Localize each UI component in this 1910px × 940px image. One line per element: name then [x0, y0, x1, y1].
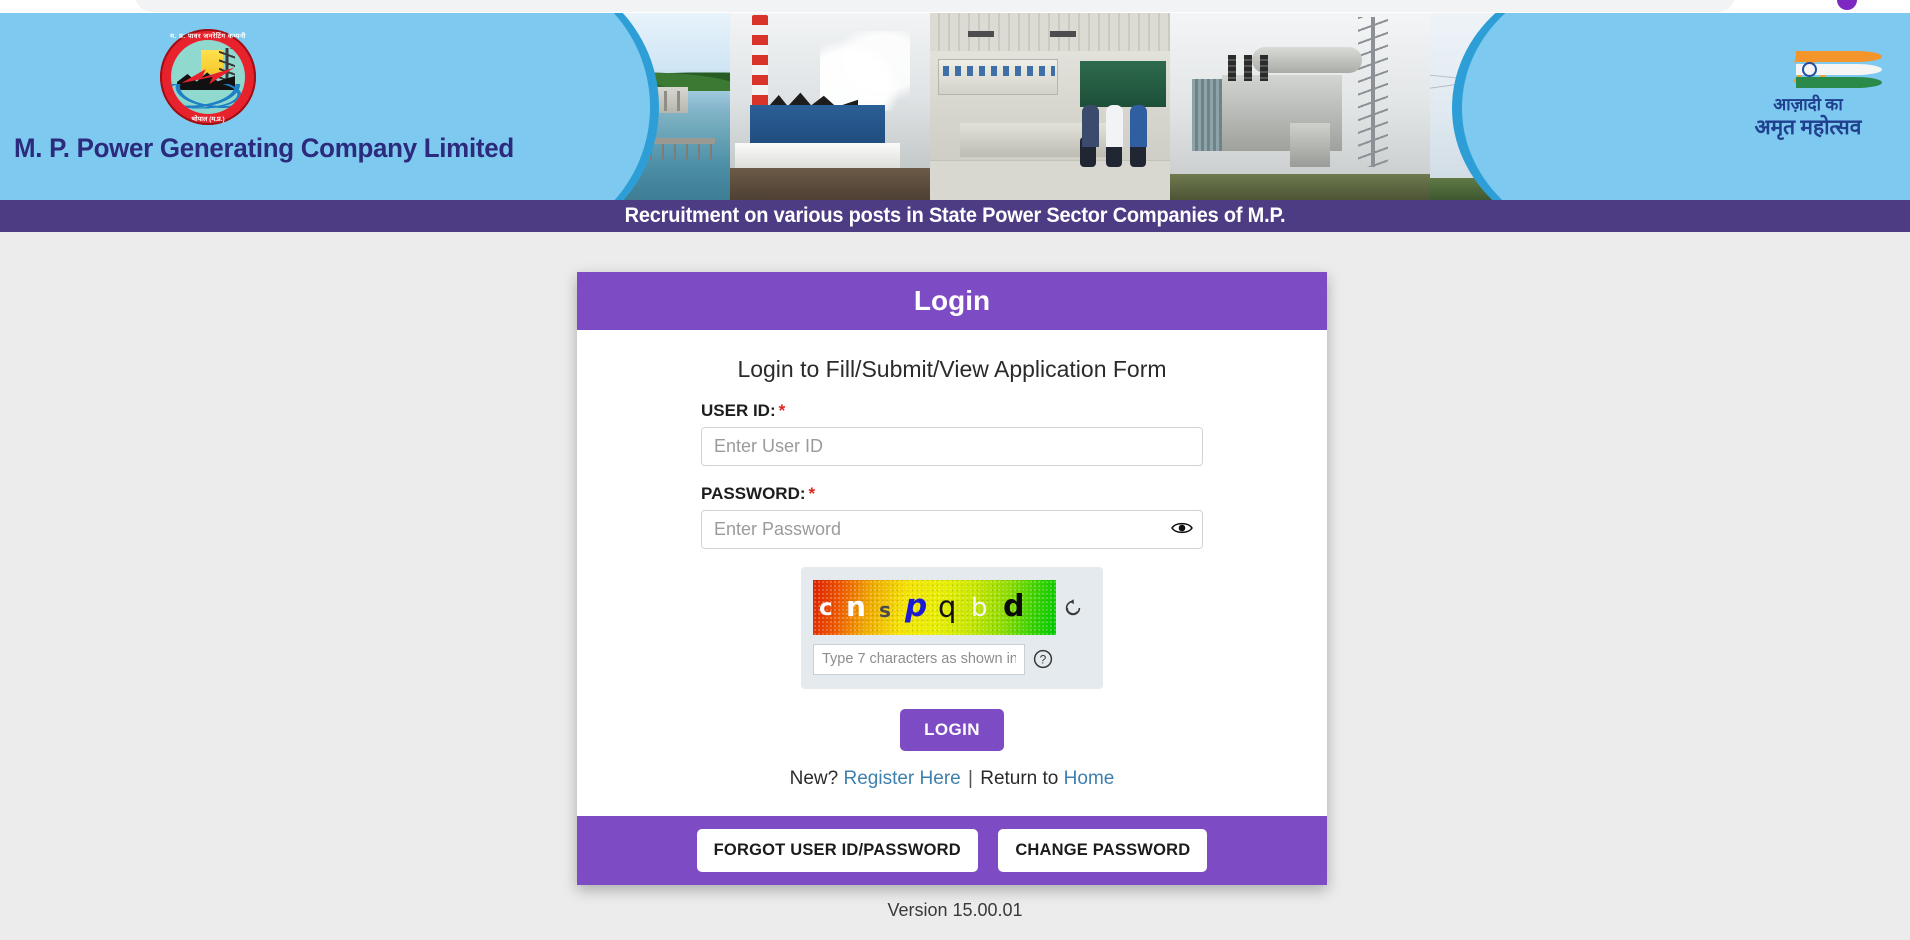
login-subtitle: Login to Fill/Submit/View Application Fo…	[737, 356, 1167, 382]
login-card-header: Login	[577, 272, 1327, 330]
browser-chrome-strip	[0, 0, 1910, 13]
ashoka-chakra-icon	[1802, 62, 1817, 77]
change-password-button[interactable]: CHANGE PASSWORD	[998, 829, 1208, 872]
user-id-label: USER ID: *	[701, 401, 1203, 421]
captcha-char-2: n	[846, 590, 866, 623]
emblem-rim-text-bottom: भोपाल (म.प्र.)	[191, 116, 225, 123]
login-card-body: Login to Fill/Submit/View Application Fo…	[577, 330, 1327, 816]
india-flag-wave-icon	[1796, 49, 1882, 93]
user-id-required-mark: *	[778, 401, 786, 420]
amrit-mahotsav-logo: 75 आज़ादी का अमृत महोत्सव	[1728, 43, 1888, 163]
page-title: Login	[913, 285, 991, 316]
captcha-char-1: c	[819, 595, 833, 621]
banner-left-curve	[0, 13, 650, 200]
captcha-image: c n s p q b d	[813, 580, 1056, 635]
user-id-input[interactable]	[701, 427, 1203, 466]
amrit-line-1: आज़ादी का	[1773, 95, 1843, 114]
register-here-link[interactable]: Register Here	[844, 768, 961, 789]
password-label-text: PASSWORD:	[701, 484, 806, 503]
refresh-icon[interactable]	[1056, 588, 1091, 628]
user-id-label-text: USER ID:	[701, 401, 776, 420]
control-room-photo	[930, 13, 1170, 200]
captcha-char-6: b	[971, 593, 988, 623]
home-link[interactable]: Home	[1064, 768, 1115, 789]
return-to-prefix: Return to	[980, 768, 1059, 789]
recruitment-banner-strip: Recruitment on various posts in State Po…	[0, 200, 1910, 232]
recruitment-strip-text: Recruitment on various posts in State Po…	[624, 204, 1286, 227]
forgot-user-id-password-button[interactable]: FORGOT USER ID/PASSWORD	[696, 829, 978, 872]
user-id-field-group: USER ID: *	[701, 401, 1203, 466]
auth-links-row: New? Register Here | Return to Home	[701, 768, 1203, 790]
login-button[interactable]: LOGIN	[900, 709, 1004, 751]
login-card: Login Login to Fill/Submit/View Applicat…	[577, 272, 1327, 885]
password-required-mark: *	[808, 484, 816, 503]
captcha-char-7: d	[1003, 589, 1025, 624]
login-card-footer: FORGOT USER ID/PASSWORD CHANGE PASSWORD	[577, 816, 1327, 885]
account-avatar-icon[interactable]	[1837, 0, 1857, 10]
organization-name: M. P. Power Generating Company Limited	[14, 133, 514, 163]
address-bar[interactable]	[135, 0, 1735, 12]
amrit-line-2: अमृत महोत्सव	[1754, 114, 1862, 139]
new-user-prefix: New?	[789, 768, 839, 789]
transformer-substation-photo	[1170, 13, 1430, 200]
captcha-char-3: s	[879, 598, 891, 622]
thermal-power-plant-photo	[730, 13, 930, 200]
svg-text:?: ?	[1040, 653, 1047, 667]
eye-icon[interactable]	[1171, 519, 1193, 539]
version-label: Version 15.00.01	[887, 900, 1023, 920]
captcha-char-4: p	[905, 588, 928, 624]
links-separator: |	[968, 768, 973, 789]
site-banner: म. प्र. पावर जनरेटिंग कम्पनी लिमिटेड भोप…	[0, 13, 1910, 200]
password-label: PASSWORD: *	[701, 484, 1203, 504]
captcha-char-5: q	[938, 590, 957, 624]
captcha-panel: c n s p q b d Type 7 characters as shown…	[801, 567, 1103, 689]
mppgcl-emblem-icon: म. प्र. पावर जनरेटिंग कम्पनी लिमिटेड भोप…	[160, 29, 256, 125]
password-input[interactable]	[701, 510, 1203, 549]
captcha-input[interactable]	[813, 643, 1025, 675]
password-field-group: PASSWORD: *	[701, 484, 1203, 549]
question-mark-icon[interactable]: ?	[1025, 643, 1061, 675]
